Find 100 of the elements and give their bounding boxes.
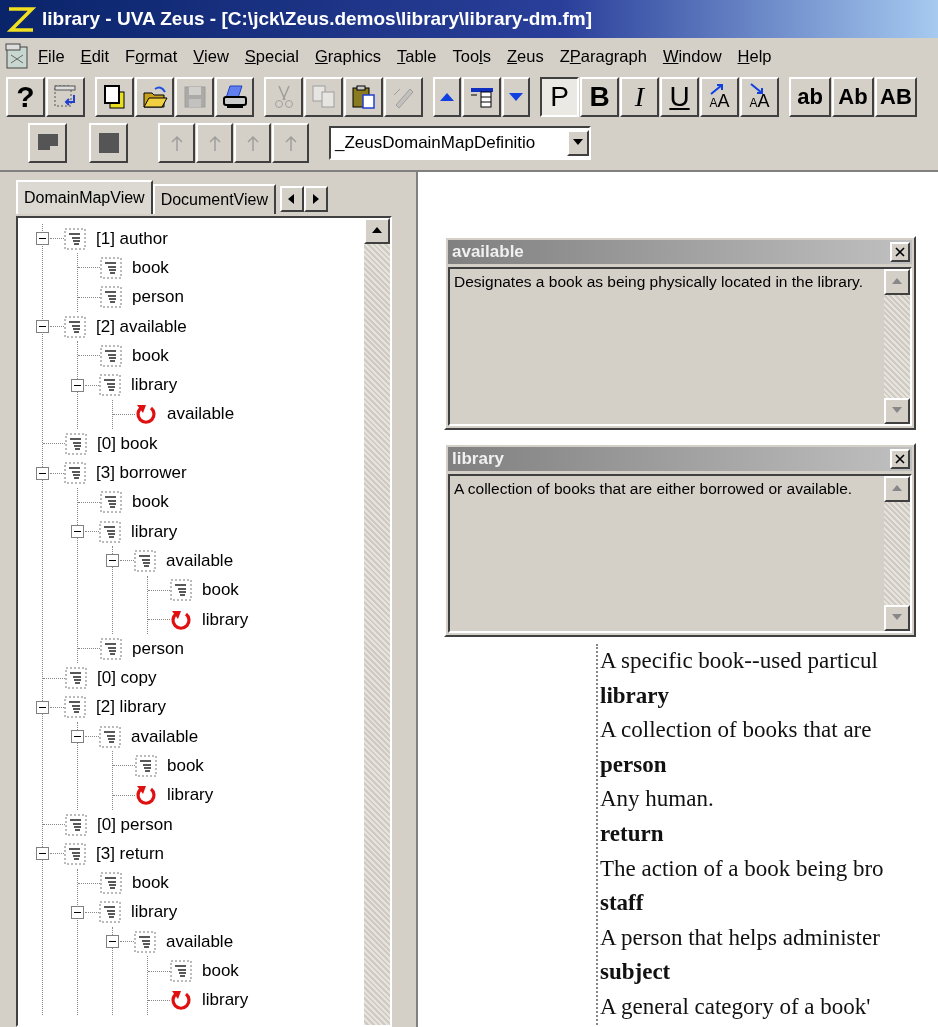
menu-item[interactable]: Zeus [499, 46, 552, 66]
scroll-down-button[interactable] [884, 605, 910, 631]
tree-item[interactable]: library [131, 902, 178, 923]
tree-item[interactable]: book [132, 257, 169, 278]
tree-item[interactable]: library [131, 521, 178, 542]
scroll-up-button[interactable] [364, 218, 390, 244]
tree-item[interactable]: [0] book [97, 433, 158, 454]
tab-scroll-button[interactable] [279, 186, 304, 212]
format-button[interactable]: P [540, 77, 579, 117]
outline-box-icon [170, 579, 192, 602]
definition-text: A specific book--used particul [600, 647, 879, 675]
style-dropdown[interactable]: _ZeusDomainMapDefinitio [329, 126, 591, 160]
collapse-toggle[interactable] [71, 730, 84, 744]
collapse-toggle[interactable] [36, 847, 49, 861]
minus-icon [39, 853, 46, 855]
collapse-toggle[interactable] [36, 700, 49, 714]
tree-item[interactable]: available [166, 931, 234, 952]
format-button[interactable]: AB [875, 77, 917, 117]
menu-item[interactable]: Table [389, 46, 445, 66]
tab-scroll-button[interactable] [303, 186, 328, 212]
format-button[interactable]: I [620, 77, 659, 117]
tab[interactable]: DomainMapView [16, 180, 153, 214]
tree-item[interactable]: [3] borrower [96, 463, 187, 483]
format-button[interactable]: U [660, 77, 699, 117]
collapse-toggle[interactable] [106, 554, 119, 568]
menu-item[interactable]: Window [654, 46, 730, 66]
tree-item[interactable]: [2] library [96, 697, 166, 718]
toolbar-button[interactable] [89, 123, 128, 163]
tree-item[interactable]: [0] person [97, 814, 173, 835]
collapse-toggle[interactable] [36, 466, 49, 480]
collapse-toggle[interactable] [71, 378, 84, 392]
notebook-icon[interactable] [4, 42, 30, 70]
collapse-toggle[interactable] [106, 935, 119, 949]
collapse-toggle[interactable] [71, 905, 84, 919]
tree-item[interactable]: person [132, 638, 184, 659]
scroll-up-button[interactable] [884, 269, 910, 295]
scrollbar[interactable] [884, 476, 910, 631]
tree-item[interactable]: library [167, 785, 214, 806]
scroll-down-button[interactable] [884, 398, 910, 424]
toolbar-button[interactable] [462, 77, 501, 117]
help-button[interactable]: ? [6, 77, 45, 117]
toolbar-button[interactable] [46, 77, 85, 117]
tree-item[interactable]: book [202, 961, 239, 982]
tree-item[interactable]: [3] return [96, 843, 165, 864]
scrollbar[interactable] [364, 218, 390, 1025]
format-button[interactable]: B [580, 77, 619, 117]
tree-item[interactable]: library [202, 609, 249, 630]
toolbar-button[interactable] [95, 77, 134, 117]
tree-item[interactable]: available [166, 550, 234, 571]
toolbar-button[interactable] [135, 77, 174, 117]
tree-item[interactable]: [0] copy [97, 668, 157, 689]
collapse-toggle[interactable] [36, 320, 49, 334]
tree-item[interactable]: book [132, 873, 169, 894]
popup-title: available [452, 242, 524, 262]
tree-item[interactable]: book [167, 756, 204, 776]
collapse-toggle[interactable] [36, 232, 49, 246]
toolbar-button[interactable] [215, 77, 254, 117]
tree-item[interactable]: available [167, 404, 235, 425]
tree-item[interactable]: library [131, 375, 178, 396]
window-title: library - UVA Zeus - [C:\jck\Zeus.demos\library\library-dm.fm] [42, 8, 593, 30]
menu-item[interactable]: Format [117, 46, 186, 66]
outline-box-icon [100, 637, 122, 660]
term-heading: subject [600, 958, 672, 987]
close-button[interactable] [890, 449, 910, 469]
menu-item[interactable]: Special [236, 46, 307, 66]
term-heading: return [600, 819, 665, 848]
format-button[interactable]: ab [789, 77, 831, 117]
tree-item[interactable]: book [132, 345, 169, 366]
minus-icon [74, 531, 81, 533]
toolbar-button[interactable] [344, 77, 383, 117]
collapse-toggle[interactable] [71, 525, 84, 539]
scroll-up-button[interactable] [884, 476, 910, 502]
scrollbar[interactable] [884, 269, 910, 424]
tab[interactable]: DocumentView [152, 184, 276, 214]
tree-item[interactable]: [2] available [96, 316, 187, 337]
tree-item[interactable]: book [132, 492, 169, 513]
tree-item[interactable]: person [132, 287, 184, 308]
close-button[interactable] [890, 242, 910, 262]
menu-item[interactable]: File [30, 46, 73, 66]
format-button[interactable]: Ab [832, 77, 874, 117]
menu-item[interactable]: View [185, 46, 237, 66]
menu-item[interactable]: Edit [72, 46, 118, 66]
outline-box-icon [65, 813, 87, 836]
menu-item[interactable]: Graphics [306, 46, 389, 66]
outline-box-icon [65, 432, 87, 455]
menu-item[interactable]: ZParagraph [551, 46, 655, 66]
outline-box-icon [135, 755, 157, 777]
format-button[interactable]: AA [740, 77, 779, 117]
tree-item[interactable]: book [202, 580, 239, 601]
toolbar-button[interactable] [502, 77, 530, 117]
toolbar-button[interactable] [433, 77, 461, 117]
toolbar-button[interactable] [28, 123, 67, 163]
tree-item[interactable]: available [131, 726, 199, 747]
tree-item[interactable]: library [202, 990, 249, 1011]
outline-box-icon [64, 462, 86, 484]
outline-box-icon [64, 696, 86, 719]
format-button[interactable]: AA [700, 77, 739, 117]
menu-item[interactable]: Tools [444, 46, 499, 66]
tree-item[interactable]: [1] author [96, 228, 168, 249]
menu-item[interactable]: Help [729, 46, 780, 66]
